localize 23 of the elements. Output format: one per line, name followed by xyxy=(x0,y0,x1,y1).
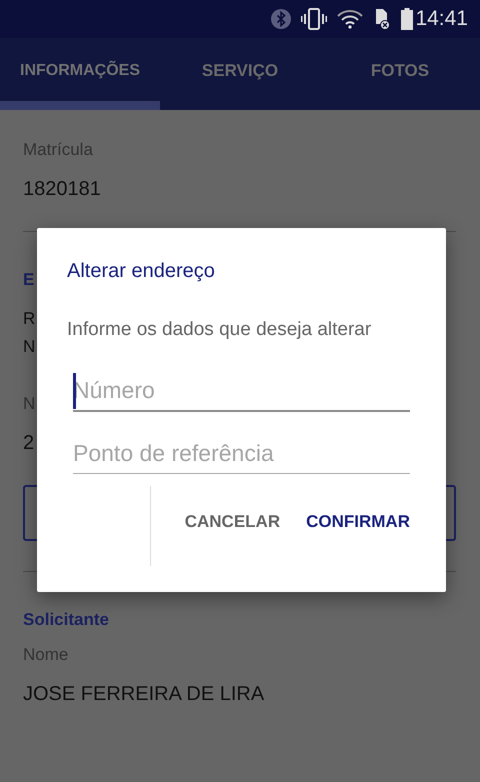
address-line: R xyxy=(23,308,36,330)
tab[interactable]: FOTOS xyxy=(320,38,480,110)
battery-icon xyxy=(401,8,414,30)
wifi-icon xyxy=(337,9,364,29)
input-field[interactable]: Número xyxy=(73,371,410,412)
field-value: 1820181 xyxy=(23,178,101,201)
field-value: 2 xyxy=(23,432,34,455)
dialog-button[interactable]: CANCELAR xyxy=(184,508,280,536)
dialog-title: Alterar endereço xyxy=(67,260,216,283)
sd-card-icon xyxy=(373,8,392,30)
tab[interactable]: SERVIÇO xyxy=(160,38,320,110)
input-field[interactable]: Ponto de referência xyxy=(73,434,410,474)
section-title: E xyxy=(23,270,34,290)
address-line: N xyxy=(23,336,36,358)
text-cursor xyxy=(73,373,76,409)
field-value: JOSE FERREIRA DE LIRA xyxy=(23,683,264,706)
section-title: Solicitante xyxy=(23,610,109,630)
tab[interactable]: INFORMAÇÕES xyxy=(0,38,160,110)
clock: 14:41 xyxy=(415,7,468,31)
dialog-message: Informe os dados que deseja alterar xyxy=(67,319,372,341)
bluetooth-icon xyxy=(271,9,292,29)
vibrate-icon xyxy=(301,8,328,30)
dialog-button[interactable]: CONFIRMAR xyxy=(306,508,410,536)
